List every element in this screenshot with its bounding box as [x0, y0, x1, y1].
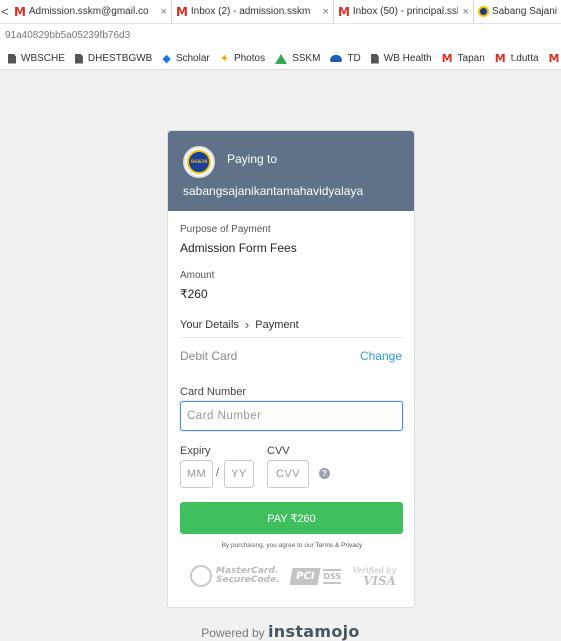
bookmark-label: Tapan [457, 53, 485, 64]
step-your-details[interactable]: Your Details [180, 319, 239, 331]
college-seal-icon: SSKM [187, 150, 211, 174]
tab-title: Sabang Sajani [491, 6, 557, 17]
amount-label: Amount [180, 270, 215, 281]
browser-tab-3[interactable]: M Inbox (50) - principal.sskm × [334, 0, 474, 23]
pinwheel-icon: ✦ [219, 53, 229, 65]
bookmark-label: WB Health [383, 53, 432, 64]
bookmark-tapan[interactable]: M Tapan [442, 52, 485, 65]
payment-header: SSKM Paying to sabangsajanikantamahavidy… [168, 131, 414, 211]
address-bar[interactable]: 91a40829bb5a05239fb76d3 [0, 24, 561, 48]
bookmarks-bar: WBSCHE DHESTBGWB ◆ Scholar ✦ Photos SSKM T… [0, 48, 561, 70]
expiry-month-input[interactable] [180, 460, 213, 488]
cloud-icon [330, 55, 343, 62]
bookmark-wb-health[interactable]: WB Health [370, 53, 432, 64]
merchant-name: sabangsajanikantamahavidyalaya [183, 184, 364, 198]
browser-tab-2[interactable]: M Inbox (2) - admission.sskm × [172, 0, 334, 23]
powered-by-label: Powered by [201, 626, 265, 640]
bookmark-sskm[interactable]: SSKM [275, 53, 320, 64]
cvv-input[interactable] [267, 460, 309, 488]
gmail-icon: M [548, 52, 560, 65]
bookmark-label: Scholar [175, 53, 210, 64]
step-payment: Payment [255, 318, 299, 331]
payment-card: SSKM Paying to sabangsajanikantamahavidy… [167, 130, 415, 608]
card-number-input[interactable] [180, 401, 403, 431]
gmail-icon: M [441, 52, 453, 65]
close-tab-icon[interactable]: × [463, 6, 469, 18]
bookmark-tdutta[interactable]: Mt.dutta [495, 52, 539, 65]
terms-link[interactable]: Terms & Privacy [315, 542, 362, 549]
securecode-text: SecureCode. [216, 575, 280, 585]
chevron-right-icon: › [244, 317, 250, 332]
visa-text: VISA [363, 574, 396, 588]
tab-scroll-left-icon[interactable]: < [0, 4, 10, 19]
purpose-value: Admission Form Fees [180, 241, 297, 255]
help-icon[interactable]: ? [319, 468, 330, 479]
browser-tab-4[interactable]: Sabang Sajani [474, 0, 561, 23]
change-method-link[interactable]: Change [360, 349, 402, 363]
bookmark-wbsche[interactable]: WBSCHE [8, 53, 65, 64]
bookmark-dhestbgwb[interactable]: DHESTBGWB [74, 53, 153, 64]
gmail-icon: M [13, 4, 26, 19]
pci-dss-badge: PCI DSS [289, 567, 342, 585]
expiry-label: Expiry [180, 445, 211, 457]
bookmark-label: DHESTBGWB [87, 53, 153, 64]
close-tab-icon[interactable]: × [161, 6, 167, 18]
breadcrumb: Your Details › Payment [180, 317, 299, 332]
purpose-label: Purpose of Payment [180, 224, 271, 235]
site-favicon-icon [477, 6, 489, 17]
browser-tab-1[interactable]: M Admission.sskm@gmail.co × [10, 0, 172, 23]
instamojo-logo[interactable]: instamojo [268, 622, 360, 641]
bookmark-label: Photos [233, 53, 266, 64]
close-tab-icon[interactable]: × [323, 6, 329, 18]
gmail-icon: M [494, 52, 506, 65]
amount-value: ₹260 [180, 287, 208, 301]
bookmark-label: WBSCHE [21, 53, 65, 64]
bookmark-p[interactable]: Mp [549, 52, 561, 65]
tab-title: Inbox (2) - admission.sskm [190, 6, 311, 17]
bookmark-scholar[interactable]: ◆ Scholar [162, 52, 209, 65]
bookmark-label: t.dutta [510, 53, 539, 64]
bookmark-td[interactable]: TD [330, 53, 361, 64]
paying-to-label: Paying to [227, 152, 278, 166]
bookmark-label: SSKM [292, 53, 321, 64]
bookmark-photos[interactable]: ✦ Photos [220, 52, 265, 65]
doc-icon [8, 53, 16, 64]
payment-method: Debit Card [180, 349, 238, 363]
terms-text: By purchasing, you agree to our [221, 542, 314, 549]
tab-title: Admission.sskm@gmail.co [28, 6, 149, 17]
card-number-label: Card Number [180, 386, 247, 398]
pci-text: PCI [289, 567, 321, 585]
url-text: 91a40829bb5a05239fb76d3 [5, 30, 131, 41]
pay-button[interactable]: PAY ₹260 [180, 502, 403, 534]
doc-icon [74, 53, 83, 64]
powered-by-footer: Powered by instamojo [0, 622, 561, 641]
merchant-logo: SSKM [183, 146, 215, 178]
security-badges: MasterCard. SecureCode. PCI DSS Verified … [190, 561, 396, 591]
mastercard-icon [190, 565, 212, 587]
graduation-cap-icon: ◆ [162, 53, 171, 65]
terms-notice: By purchasing, you agree to our Terms & … [168, 542, 416, 549]
browser-tab-strip: < M Admission.sskm@gmail.co × M Inbox (2… [0, 0, 561, 24]
verified-by-visa-badge: Verified by VISA [352, 566, 396, 588]
tab-title: Inbox (50) - principal.sskm [352, 6, 458, 17]
gmail-icon: M [337, 4, 350, 19]
mastercard-securecode-badge: MasterCard. SecureCode. [190, 565, 280, 587]
gmail-icon: M [175, 4, 188, 19]
expiry-year-input[interactable] [224, 460, 254, 488]
bookmark-label: TD [347, 53, 361, 64]
expiry-separator: / [216, 467, 220, 479]
dss-text: DSS [323, 568, 342, 584]
drive-icon [275, 53, 288, 64]
doc-icon [370, 53, 379, 64]
divider [180, 337, 404, 338]
cvv-label: CVV [267, 445, 290, 457]
